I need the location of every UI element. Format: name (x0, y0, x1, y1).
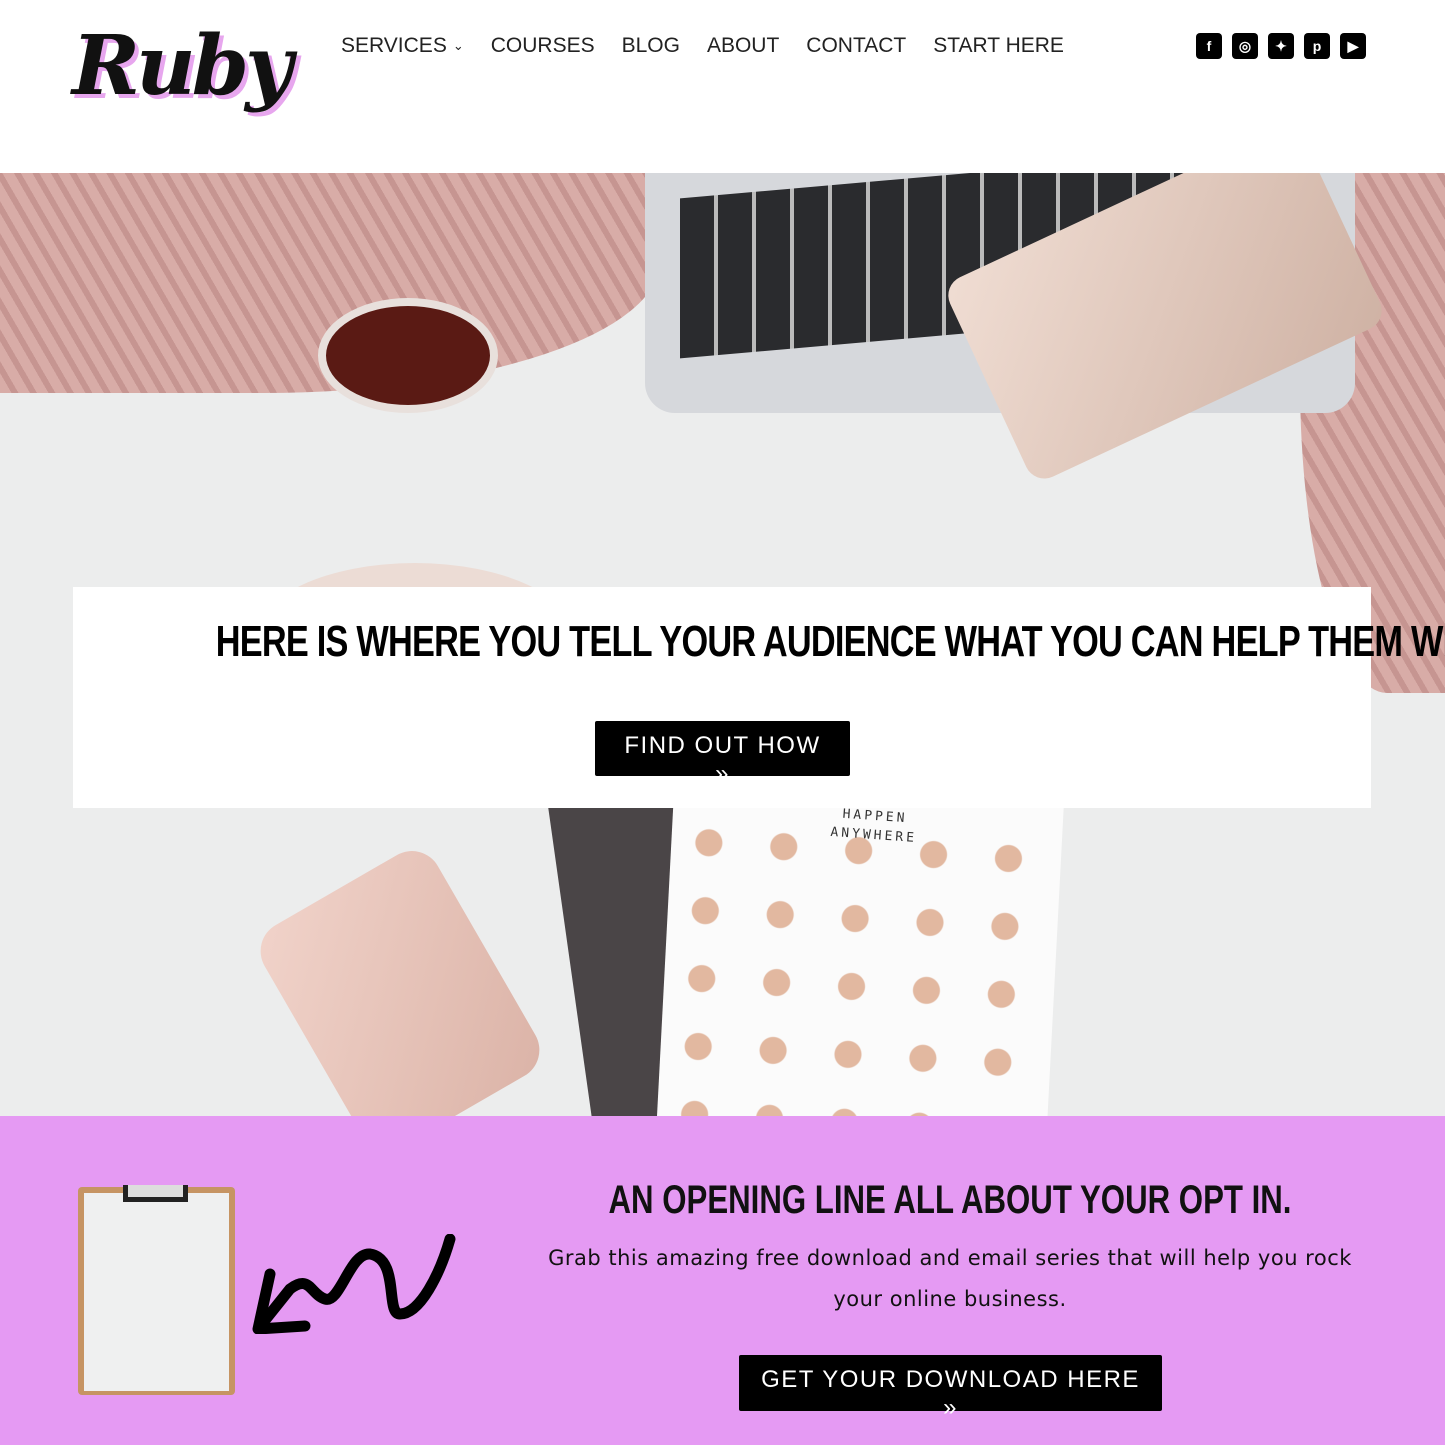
optin-description: Grab this amazing free download and emai… (548, 1246, 1352, 1311)
tea-cup-image (318, 298, 498, 413)
nav-start-here[interactable]: START HERE (933, 34, 1064, 58)
hero-section: IDEAS CAN HAPPEN ANYWHERE HERE IS WHERE … (0, 173, 1445, 1116)
nav-courses[interactable]: COURSES (491, 34, 595, 58)
clipboard-image (78, 1185, 235, 1395)
logo[interactable]: Ruby (72, 18, 293, 114)
nav-blog[interactable]: BLOG (622, 34, 680, 58)
main-nav: SERVICES ⌄ COURSES BLOG ABOUT CONTACT STA… (341, 34, 1064, 58)
social-links: f ◎ ✦ p ▶ (1196, 33, 1366, 59)
nav-services[interactable]: SERVICES ⌄ (341, 34, 464, 58)
nav-label: SERVICES (341, 34, 447, 57)
twitter-icon[interactable]: ✦ (1268, 33, 1294, 59)
phone-image (249, 840, 551, 1116)
optin-section: AN OPENING LINE ALL ABOUT YOUR OPT IN. G… (0, 1116, 1445, 1445)
youtube-icon[interactable]: ▶ (1340, 33, 1366, 59)
site-header: Ruby SERVICES ⌄ COURSES BLOG ABOUT CONTAC… (0, 0, 1445, 173)
arrow-icon (252, 1234, 456, 1334)
optin-title: AN OPENING LINE ALL ABOUT YOUR OPT IN. (608, 1178, 1292, 1222)
facebook-icon[interactable]: f (1196, 33, 1222, 59)
nav-about[interactable]: ABOUT (707, 34, 779, 58)
find-out-how-button[interactable]: FIND OUT HOW » (595, 721, 850, 787)
pinterest-icon[interactable]: p (1304, 33, 1330, 59)
instagram-icon[interactable]: ◎ (1232, 33, 1258, 59)
hero-title: HERE IS WHERE YOU TELL YOUR AUDIENCE WHA… (215, 617, 1445, 666)
hero-callout: HERE IS WHERE YOU TELL YOUR AUDIENCE WHA… (73, 587, 1445, 808)
chevron-down-icon: ⌄ (452, 38, 464, 54)
get-download-button[interactable]: GET YOUR DOWNLOAD HERE » (739, 1355, 1162, 1421)
nav-contact[interactable]: CONTACT (806, 34, 906, 58)
